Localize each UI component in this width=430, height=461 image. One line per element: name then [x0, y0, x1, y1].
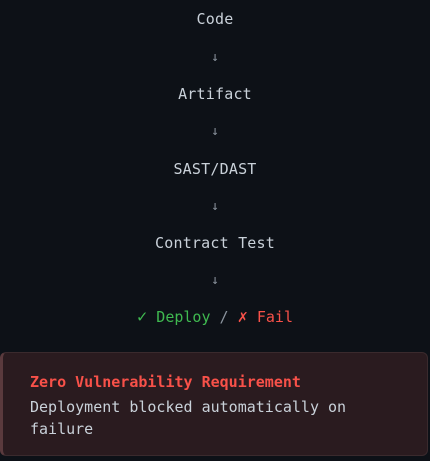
fail-label: Fail — [256, 308, 293, 326]
step-contract-test: Contract Test — [155, 234, 275, 252]
alert-body: Deployment blocked automatically on fail… — [30, 398, 347, 438]
arrow-down-icon: ↓ — [211, 124, 219, 139]
alert-title: Zero Vulnerability Requirement — [30, 373, 301, 391]
arrow-down-icon: ↓ — [211, 273, 219, 288]
arrow-down-icon: ↓ — [211, 199, 219, 214]
check-icon: ✓ — [137, 307, 148, 327]
step-code: Code — [196, 10, 234, 28]
step-sast-dast: SAST/DAST — [173, 160, 257, 178]
cross-icon: ✗ — [237, 307, 248, 327]
pipeline-outcome: ✓ Deploy / ✗ Fail — [0, 307, 430, 327]
deploy-label: Deploy — [156, 308, 211, 326]
arrow-down-icon: ↓ — [211, 50, 219, 65]
outcome-separator: / — [219, 308, 229, 326]
step-artifact: Artifact — [178, 85, 252, 103]
